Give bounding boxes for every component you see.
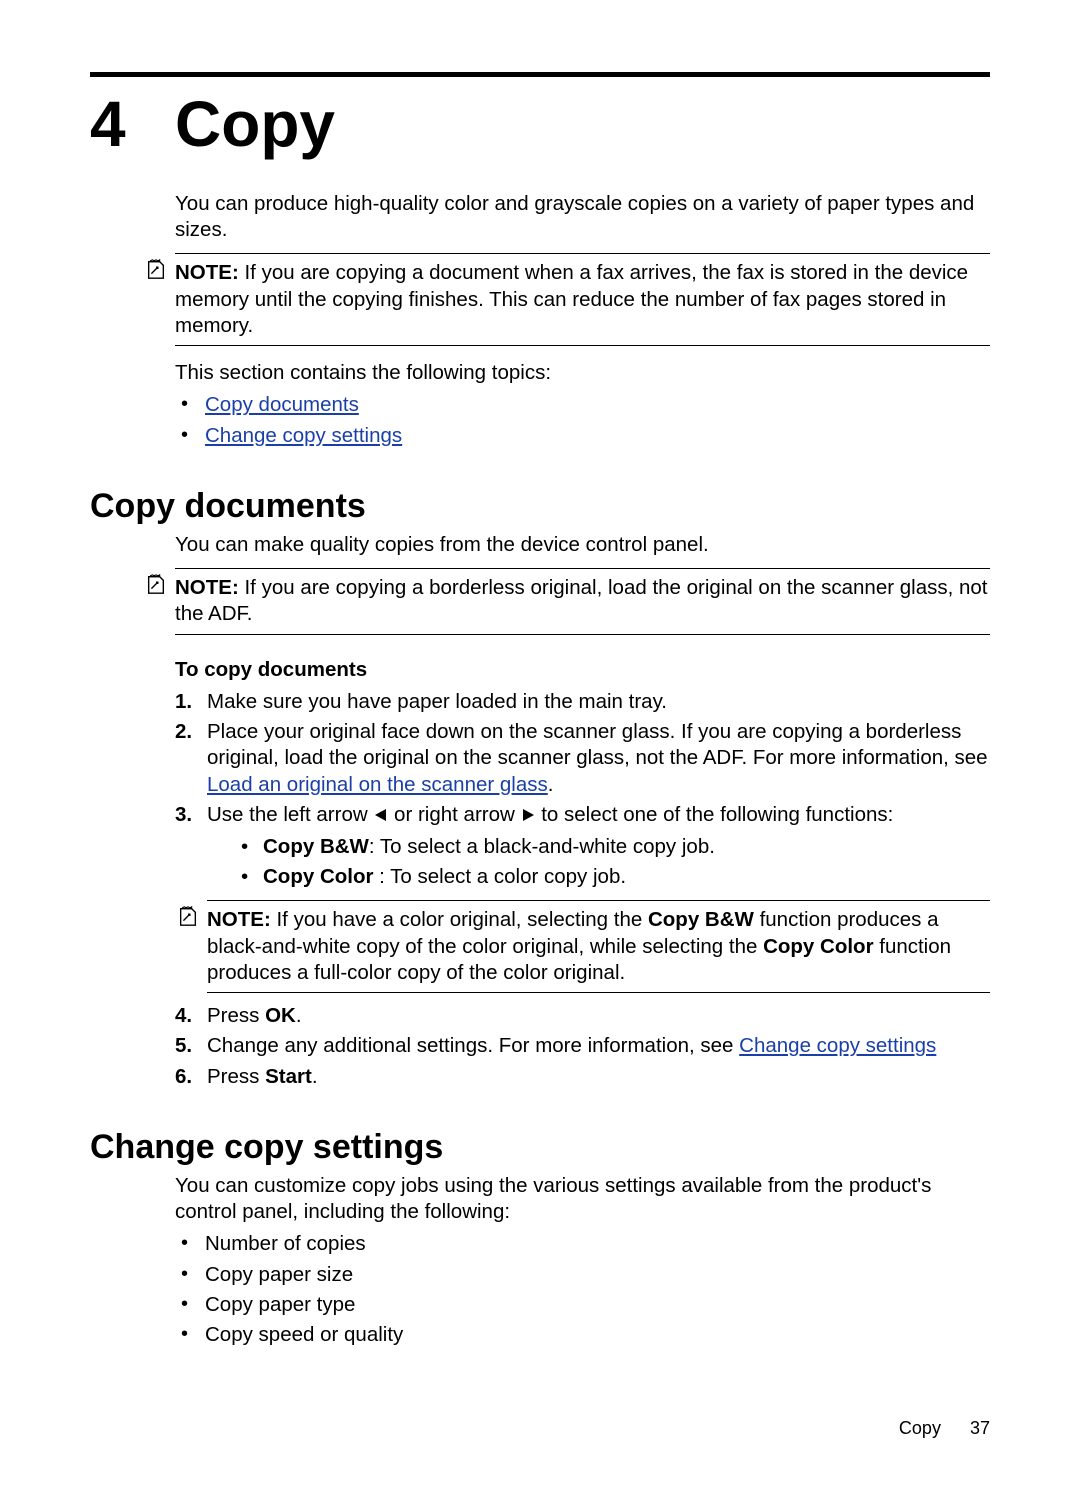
section-heading-copy-documents: Copy documents: [90, 487, 990, 526]
step: Press OK.: [175, 1003, 990, 1029]
note-color-original: NOTE: If you have a color original, sele…: [207, 900, 990, 993]
step-text: Press: [207, 1004, 265, 1027]
button-name: OK: [265, 1004, 296, 1027]
step-text: Make sure you have paper loaded in the m…: [207, 690, 667, 713]
link-load-original[interactable]: Load an original on the scanner glass: [207, 773, 548, 796]
note-icon: [145, 573, 167, 602]
option-item: Copy Color : To select a color copy job.: [237, 864, 990, 890]
toc-list: Copy documents Change copy settings: [175, 392, 990, 448]
step-text: Change any additional settings. For more…: [207, 1034, 739, 1057]
procedure-heading: To copy documents: [175, 657, 990, 683]
note-label: NOTE:: [175, 261, 239, 284]
note-icon: [145, 258, 167, 287]
left-arrow-icon: [375, 809, 386, 821]
note-body: If you are copying a document when a fax…: [175, 261, 968, 336]
link-change-copy-settings-inline[interactable]: Change copy settings: [739, 1034, 936, 1057]
chapter-header: 4 Copy: [90, 87, 990, 161]
option-label: Copy B&W: [263, 835, 369, 858]
section-intro: You can make quality copies from the dev…: [175, 532, 990, 558]
option-label: Copy Color: [263, 865, 373, 888]
toc-lead: This section contains the following topi…: [175, 360, 990, 386]
settings-item: Number of copies: [175, 1231, 990, 1257]
page-number: 37: [970, 1418, 990, 1439]
section-change-settings: You can customize copy jobs using the va…: [175, 1173, 990, 1348]
bold-text: Copy Color: [763, 935, 873, 958]
chapter-number: 4: [90, 87, 175, 161]
note-label: NOTE:: [207, 908, 271, 931]
step-text: Use the left arrow: [207, 803, 373, 826]
step: Change any additional settings. For more…: [175, 1033, 990, 1059]
top-rule: [90, 72, 990, 77]
intro-text: You can produce high-quality color and g…: [175, 191, 990, 243]
toc-item: Copy documents: [175, 392, 990, 418]
option-item: Copy B&W: To select a black-and-white co…: [237, 834, 990, 860]
step-text: Press: [207, 1065, 265, 1088]
step-text: or right arrow: [388, 803, 520, 826]
page-footer: Copy 37: [899, 1418, 990, 1439]
note-body: If you are copying a borderless original…: [175, 576, 988, 625]
link-change-copy-settings[interactable]: Change copy settings: [205, 424, 402, 447]
step: Place your original face down on the sca…: [175, 719, 990, 798]
section-intro: You can customize copy jobs using the va…: [175, 1173, 990, 1225]
step: Press Start.: [175, 1064, 990, 1090]
note-label: NOTE:: [175, 576, 239, 599]
step: Use the left arrow or right arrow to sel…: [175, 802, 990, 993]
section-copy-documents: You can make quality copies from the dev…: [175, 532, 990, 1090]
note-icon: [177, 905, 199, 934]
step-text: Place your original face down on the sca…: [207, 720, 988, 769]
option-text: : To select a black-and-white copy job.: [369, 835, 715, 858]
step-text: .: [548, 773, 554, 796]
procedure-steps: Make sure you have paper loaded in the m…: [175, 689, 990, 1090]
chapter-title: Copy: [175, 87, 335, 161]
button-name: Start: [265, 1065, 312, 1088]
note-fax: NOTE: If you are copying a document when…: [175, 253, 990, 346]
toc-item: Change copy settings: [175, 423, 990, 449]
intro-block: You can produce high-quality color and g…: [175, 191, 990, 449]
step-text: to select one of the following functions…: [536, 803, 894, 826]
footer-label: Copy: [899, 1418, 941, 1438]
link-copy-documents[interactable]: Copy documents: [205, 393, 359, 416]
settings-item: Copy paper type: [175, 1292, 990, 1318]
settings-list: Number of copies Copy paper size Copy pa…: [175, 1231, 990, 1348]
step: Make sure you have paper loaded in the m…: [175, 689, 990, 715]
settings-item: Copy paper size: [175, 1262, 990, 1288]
note-body: If you have a color original, selecting …: [276, 908, 648, 931]
step-text: .: [296, 1004, 302, 1027]
settings-item: Copy speed or quality: [175, 1322, 990, 1348]
section-heading-change-settings: Change copy settings: [90, 1128, 990, 1167]
page: 4 Copy You can produce high-quality colo…: [0, 0, 1080, 1495]
step-text: .: [312, 1065, 318, 1088]
bold-text: Copy B&W: [648, 908, 754, 931]
right-arrow-icon: [523, 809, 534, 821]
note-borderless: NOTE: If you are copying a borderless or…: [175, 568, 990, 634]
function-options: Copy B&W: To select a black-and-white co…: [237, 834, 990, 890]
option-text: : To select a color copy job.: [373, 865, 626, 888]
